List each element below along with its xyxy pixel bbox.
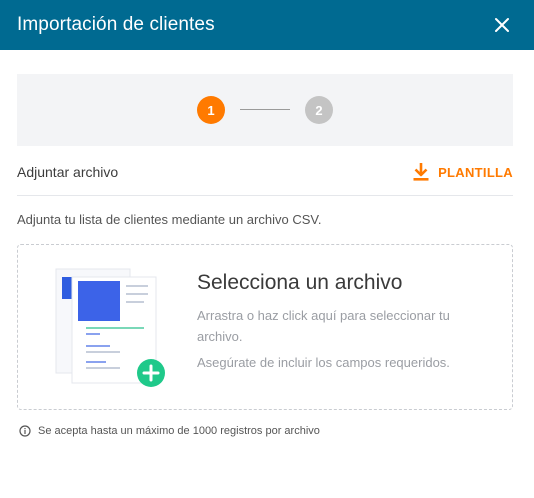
dropzone-subtitle: Arrastra o haz click aquí para seleccion… [197,308,450,344]
footer-note: Se acepta hasta un máximo de 1000 regist… [19,425,320,437]
attach-label: Adjuntar archivo [17,164,119,180]
documents-illustration [55,268,165,387]
attach-row: Adjuntar archivo PLANTILLA [17,152,513,196]
step-connector [240,109,290,110]
dropzone-note: Asegúrate de incluir los campos requerid… [197,355,450,370]
step-1: 1 [197,96,225,124]
modal-header: Importación de clientes [0,0,534,50]
step-2: 2 [305,96,333,124]
close-button[interactable] [490,13,514,37]
close-icon [495,18,509,32]
info-icon [19,425,31,437]
stepper: 1 2 [17,74,513,146]
download-icon [413,163,429,181]
dropzone-title: Selecciona un archivo [197,271,403,294]
plus-circle-icon [137,359,165,387]
modal-title: Importación de clientes [17,14,215,35]
helper-text: Adjunta tu lista de clientes mediante un… [17,212,322,227]
template-button-label: PLANTILLA [438,164,513,180]
footer-note-text: Se acepta hasta un máximo de 1000 regist… [38,425,320,437]
template-button[interactable]: PLANTILLA [412,160,513,184]
file-dropzone[interactable]: Selecciona un archivo Arrastra o haz cli… [17,244,513,410]
